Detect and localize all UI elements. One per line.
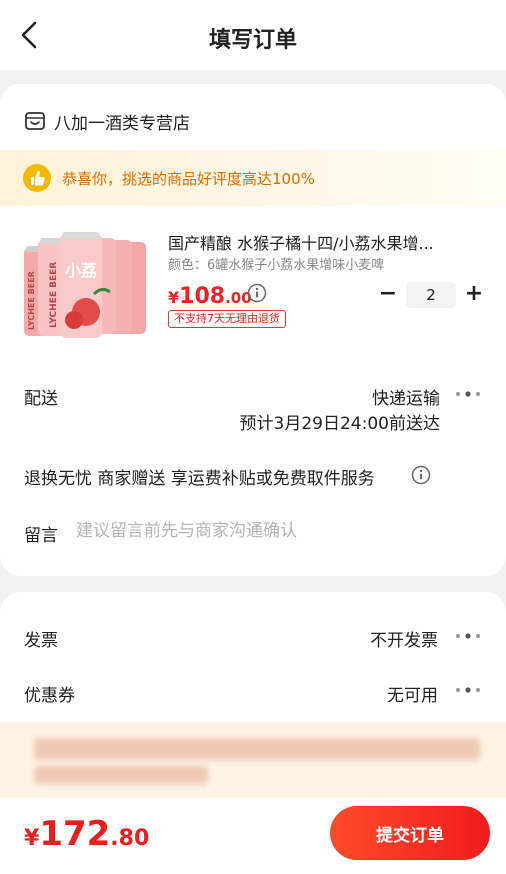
can-chinese-text: 小荔: [65, 261, 97, 280]
coupon-value[interactable]: 无可用: [387, 681, 438, 706]
product-variant[interactable]: 颜色：6罐水猴子小荔水果增味小麦啤: [168, 254, 384, 273]
total-decimal: .80: [110, 826, 150, 851]
quantity-stepper: − 2 +: [376, 282, 486, 308]
delivery-method[interactable]: 快递运输: [372, 384, 440, 409]
delivery-eta: 预计3月29日24:00前送达: [239, 414, 440, 434]
top-bar: 填写订单: [0, 0, 506, 70]
redacted-area: [0, 722, 506, 798]
price-info-icon[interactable]: [247, 283, 267, 303]
invoice-more-icon[interactable]: [454, 631, 482, 641]
increase-button[interactable]: +: [462, 283, 486, 307]
total-integer: 172: [39, 814, 111, 854]
thumbs-up-icon: [23, 164, 51, 192]
can-english-text: LYCHEE BEER: [49, 262, 59, 328]
rating-banner-text: 恭喜你，挑选的商品好评度高达100%: [62, 169, 315, 188]
message-input[interactable]: [76, 518, 476, 544]
coupon-more-icon[interactable]: [454, 685, 482, 695]
checkout-bar: ¥172.80 提交订单: [0, 798, 506, 874]
order-card: 八加一酒类专营店 恭喜你，挑选的商品好评度高达100% 小荔 LYCHEE BE…: [0, 84, 506, 576]
delivery-more-icon[interactable]: [454, 389, 482, 399]
invoice-label: 发票: [24, 631, 58, 651]
return-policy-tag: 不支持7天无理由退货: [168, 310, 286, 328]
product-title[interactable]: 国产精酿 水猴子橘十四/小荔水果增...: [168, 230, 478, 254]
redacted-line: [34, 766, 208, 784]
total-symbol: ¥: [24, 826, 40, 851]
coupon-label: 优惠券: [24, 686, 75, 706]
can-english-text-2: LYCHEE BEER: [27, 271, 36, 330]
product-price: ¥108.00: [168, 284, 252, 309]
total-price: ¥172.80: [24, 814, 149, 854]
shop-icon: [25, 112, 45, 130]
price-symbol: ¥: [168, 288, 180, 307]
service-info[interactable]: 退换无忧 商家赠送 享运费补贴或免费取件服务: [24, 464, 375, 489]
invoice-value[interactable]: 不开发票: [370, 626, 438, 651]
product-image[interactable]: 小荔 LYCHEE BEER LYCHEE BEER: [24, 232, 154, 342]
service-info-icon[interactable]: [411, 465, 431, 485]
rating-banner: 恭喜你，挑选的商品好评度高达100%: [0, 150, 506, 206]
shop-name: 八加一酒类专营店: [54, 113, 190, 134]
shop-row[interactable]: 八加一酒类专营店: [24, 108, 190, 134]
submit-order-button[interactable]: 提交订单: [330, 806, 490, 860]
price-integer: 108: [179, 284, 226, 309]
page-title: 填写订单: [208, 28, 297, 53]
message-label: 留言: [24, 526, 58, 546]
redacted-line: [34, 738, 480, 760]
delivery-label: 配送: [24, 389, 58, 409]
decrease-button[interactable]: −: [376, 283, 400, 307]
quantity-value[interactable]: 2: [406, 282, 456, 308]
